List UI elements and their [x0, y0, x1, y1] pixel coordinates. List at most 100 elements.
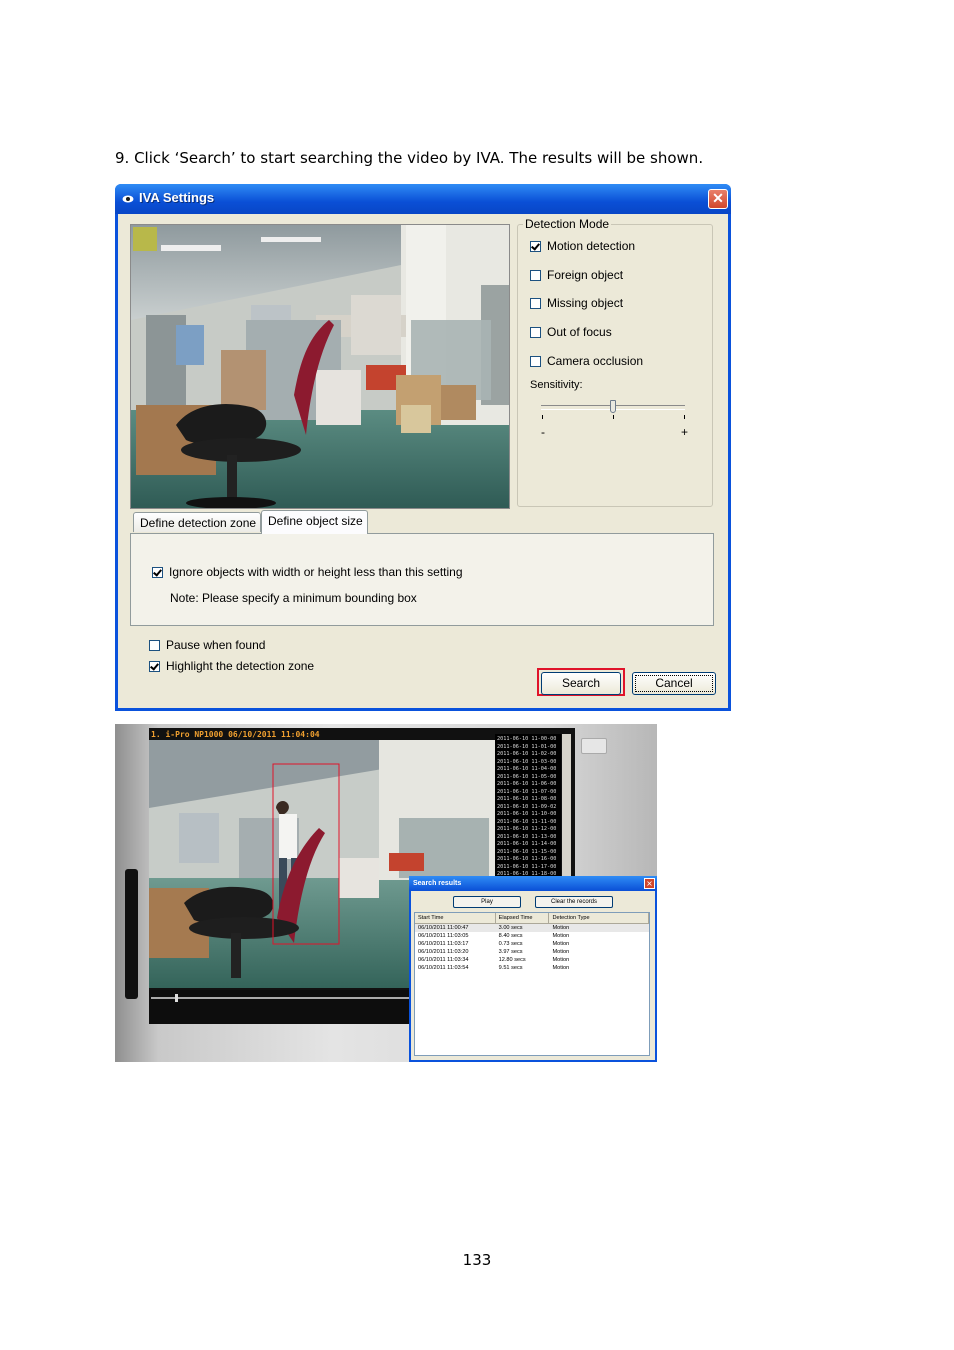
sensitivity-label: Sensitivity: [530, 379, 583, 391]
camera-occlusion-label: Camera occlusion [547, 354, 644, 368]
event-list-item[interactable]: 2011-06-10 11-03-00 [497, 759, 559, 767]
table-cell: 06/10/2011 11:03:20 [418, 949, 469, 955]
table-cell: Motion [552, 933, 570, 939]
foreign-object-checkbox[interactable] [530, 269, 541, 281]
play-button[interactable]: Play [453, 896, 521, 908]
tab-define-detection-zone[interactable]: Define detection zone [133, 512, 261, 532]
highlight-zone-checkbox[interactable] [149, 660, 160, 672]
table-cell: Motion [552, 941, 570, 947]
camera-occlusion-checkbox[interactable] [530, 355, 541, 367]
foreign-object-option[interactable]: Foreign object [530, 268, 623, 282]
sensitivity-slider-thumb[interactable] [610, 400, 616, 413]
table-cell: Motion [552, 965, 570, 971]
table-cell: 06/10/2011 11:03:17 [418, 941, 469, 947]
column-header[interactable]: Elapsed Time [496, 913, 550, 923]
search-results-title[interactable]: Search results [409, 876, 657, 891]
event-list-item[interactable]: 2011-06-10 11-13-00 [497, 834, 559, 842]
table-cell: 3.00 secs [498, 925, 523, 931]
highlight-zone-option[interactable]: Highlight the detection zone [149, 659, 314, 673]
table-row[interactable]: 06/10/2011 11:03:05 8.40 secs Motion [415, 932, 649, 940]
ignore-objects-label: Ignore objects with width or height less… [169, 565, 463, 579]
motion-detection-option[interactable]: Motion detection [530, 239, 635, 253]
table-cell: 12.80 secs [498, 957, 526, 963]
table-cell: 9.51 secs [498, 965, 523, 971]
instruction-text: 9. Click ‘Search’ to start searching the… [115, 149, 704, 167]
ignore-objects-option[interactable]: Ignore objects with width or height less… [152, 565, 463, 579]
camera-preview[interactable] [130, 224, 510, 509]
pause-when-found-checkbox[interactable] [149, 639, 160, 651]
event-list-item[interactable]: 2011-06-10 11-12-00 [497, 826, 559, 834]
side-bar [125, 869, 138, 999]
slider-tick [613, 415, 614, 419]
table-cell: 8.40 secs [498, 933, 523, 939]
table-row[interactable]: 06/10/2011 11:03:54 9.51 secs Motion [415, 964, 649, 972]
eye-icon [122, 195, 134, 203]
player-caption: 1. i-Pro NP1000 06/10/2011 11:04:04 [151, 730, 320, 739]
event-list-item[interactable]: 2011-06-10 11-17-00 [497, 864, 559, 872]
tool-icon[interactable] [581, 738, 607, 754]
clear-records-button[interactable]: Clear the records [535, 896, 613, 908]
event-list-item[interactable]: 2011-06-10 11-08-00 [497, 796, 559, 804]
event-list-item[interactable]: 2011-06-10 11-02-00 [497, 751, 559, 759]
event-list-item[interactable]: 2011-06-10 11-07-00 [497, 789, 559, 797]
bounding-box-note: Note: Please specify a minimum bounding … [170, 591, 417, 605]
table-row[interactable]: 06/10/2011 11:03:34 12.80 secs Motion [415, 956, 649, 964]
missing-object-label: Missing object [547, 296, 624, 310]
missing-object-checkbox[interactable] [530, 297, 541, 309]
slider-min-label: - [541, 425, 545, 439]
search-results-body: Play Clear the records Start Time Elapse… [411, 891, 655, 1060]
detection-mode-group: Detection Mode Motion detection Foreign … [517, 217, 713, 507]
table-cell: 06/10/2011 11:03:05 [418, 933, 469, 939]
search-button[interactable]: Search [541, 672, 621, 695]
table-row[interactable]: 06/10/2011 11:00:47 3.00 secs Motion [415, 924, 649, 932]
slider-tick [684, 415, 685, 419]
page-number: 133 [462, 1251, 492, 1269]
event-list-item[interactable]: 2011-06-10 11-04-00 [497, 766, 559, 774]
column-header[interactable]: Detection Type [549, 913, 649, 923]
event-list-scrollbar[interactable] [562, 734, 571, 880]
dialog-title: IVA Settings [139, 190, 215, 205]
column-header[interactable]: Start Time [415, 913, 496, 923]
slider-tick [542, 415, 543, 419]
event-list-item[interactable]: 2011-06-10 11-06-00 [497, 781, 559, 789]
table-cell: 3.97 secs [498, 949, 523, 955]
close-icon[interactable]: × [644, 878, 655, 889]
results-rows: 06/10/2011 11:00:47 3.00 secs Motion 06/10/… [415, 924, 649, 972]
table-cell: Motion [552, 957, 570, 963]
event-list-item[interactable]: 2011-06-10 11-01-00 [497, 744, 559, 752]
motion-detection-checkbox[interactable] [530, 240, 541, 252]
event-list[interactable]: 2011-06-10 11-00-00 2011-06-10 11-01-00 20… [495, 734, 561, 880]
results-table[interactable]: Start Time Elapsed Time Detection Type 0… [414, 912, 650, 1056]
color-swatch [133, 227, 157, 251]
table-row[interactable]: 06/10/2011 11:03:17 0.73 secs Motion [415, 940, 649, 948]
search-results-dialog: Search results × Play Clear the records … [409, 876, 657, 1062]
foreign-object-label: Foreign object [547, 268, 624, 282]
detection-mode-legend: Detection Mode [523, 217, 612, 231]
dialog-title-bar[interactable]: IVA Settings ✕ [115, 184, 731, 214]
dialog-body: Detection Mode Motion detection Foreign … [118, 214, 728, 708]
event-list-item[interactable]: 2011-06-10 11-14-00 [497, 841, 559, 849]
tab-define-object-size[interactable]: Define object size [261, 510, 368, 534]
pause-when-found-label: Pause when found [166, 638, 266, 652]
event-list-item[interactable]: 2011-06-10 11-05-00 [497, 774, 559, 782]
event-list-item[interactable]: 2011-06-10 11-00-00 [497, 736, 559, 744]
cancel-button[interactable]: Cancel [632, 672, 716, 695]
event-list-item[interactable]: 2011-06-10 11-11-00 [497, 819, 559, 827]
out-of-focus-checkbox[interactable] [530, 326, 541, 338]
event-list-item[interactable]: 2011-06-10 11-15-00 [497, 849, 559, 857]
table-cell: 06/10/2011 11:03:34 [418, 957, 469, 963]
camera-occlusion-option[interactable]: Camera occlusion [530, 354, 643, 368]
event-list-item[interactable]: 2011-06-10 11-10-00 [497, 811, 559, 819]
table-cell: 06/10/2011 11:03:54 [418, 965, 469, 971]
object-size-panel: Ignore objects with width or height less… [130, 533, 714, 626]
out-of-focus-option[interactable]: Out of focus [530, 325, 612, 339]
pause-when-found-option[interactable]: Pause when found [149, 638, 265, 652]
motion-detection-label: Motion detection [547, 239, 636, 253]
missing-object-option[interactable]: Missing object [530, 296, 623, 310]
ignore-objects-checkbox[interactable] [152, 566, 163, 578]
event-list-item[interactable]: 2011-06-10 11-16-00 [497, 856, 559, 864]
table-row[interactable]: 06/10/2011 11:03:20 3.97 secs Motion [415, 948, 649, 956]
close-icon[interactable]: ✕ [708, 189, 728, 209]
event-list-item[interactable]: 2011-06-10 11-09-02 [497, 804, 559, 812]
iva-settings-dialog: IVA Settings ✕ Detection Mode Motion det… [115, 184, 731, 711]
